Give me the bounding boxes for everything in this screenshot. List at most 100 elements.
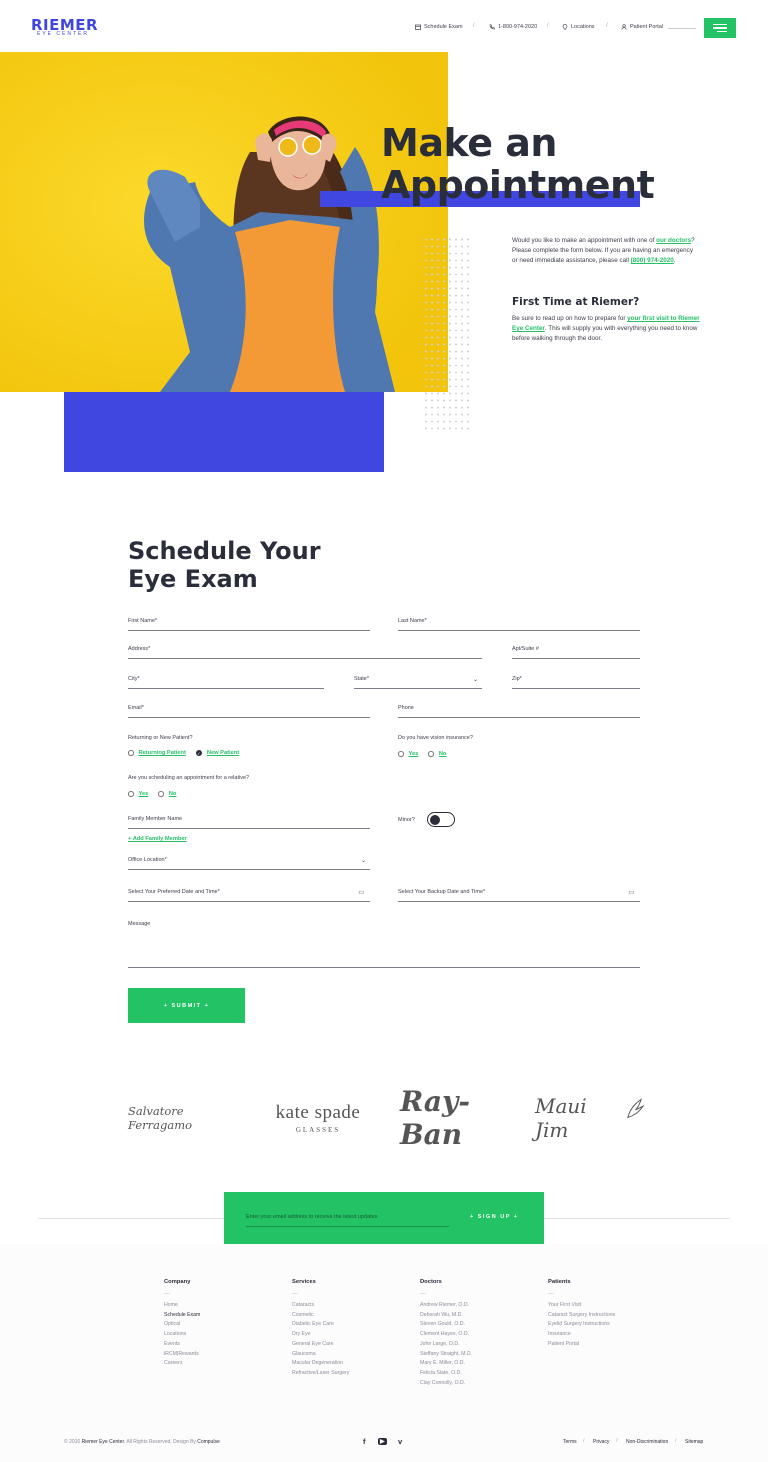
sitemap-link[interactable]: Sitemap xyxy=(685,1439,703,1445)
city-field[interactable]: City* xyxy=(128,675,324,689)
footer-link[interactable]: Andrew Riemer, O.D. xyxy=(420,1301,472,1311)
sign-up-button[interactable]: + SIGN UP + xyxy=(470,1214,519,1220)
footer-company-list: Home Schedule Exam Optical Locations Eve… xyxy=(164,1301,200,1369)
footer-link[interactable]: Events xyxy=(164,1340,200,1350)
office-location-label: Office Location* xyxy=(128,857,167,863)
user-icon xyxy=(621,24,627,30)
returning-patient-radio[interactable]: Returning Patient xyxy=(128,750,186,756)
hero-blue-block xyxy=(64,392,384,472)
hero-image xyxy=(0,52,448,392)
footer-doctors-list: Andrew Riemer, O.D. Deborah Wu, M.D. Ste… xyxy=(420,1301,472,1388)
minor-label: Minor? xyxy=(398,817,415,823)
footer-link[interactable]: Cosmetic xyxy=(292,1311,349,1321)
backup-date-label: Select Your Backup Date and Time* xyxy=(398,889,486,895)
footer-link[interactable]: Felicia Slate, O.D. xyxy=(420,1369,472,1379)
radio-circle xyxy=(128,791,134,797)
menu-button[interactable] xyxy=(704,18,736,38)
facebook-icon[interactable]: f xyxy=(363,1437,366,1446)
relative-yes-radio[interactable]: Yes xyxy=(128,791,148,797)
footer-link[interactable]: Insurance xyxy=(548,1330,615,1340)
relative-no-radio[interactable]: No xyxy=(158,791,176,797)
footer-link[interactable]: Home xyxy=(164,1301,200,1311)
minor-toggle[interactable] xyxy=(427,812,455,827)
brand-maui-jim-logo: Maui Jim xyxy=(535,1088,645,1148)
backup-date-field[interactable]: Select Your Backup Date and Time* ▭ xyxy=(398,888,640,902)
address-field[interactable]: Address* xyxy=(128,645,482,659)
phone-field[interactable]: Phone xyxy=(398,704,640,718)
first-time-heading: First Time at Riemer? xyxy=(512,296,640,308)
patient-type-radio-group: Returning Patient ✓ New Patient xyxy=(128,750,239,756)
last-name-field[interactable]: Last Name* xyxy=(398,617,640,631)
phone-link[interactable]: (800) 974-2020 xyxy=(631,257,674,264)
new-patient-radio[interactable]: ✓ New Patient xyxy=(195,750,239,756)
footer-link[interactable]: Eyelid Surgery Instructions xyxy=(548,1320,615,1330)
apt-suite-field[interactable]: Apt/Suite # xyxy=(512,645,640,659)
nav-phone[interactable]: 1-800-974-2020 xyxy=(489,24,537,30)
message-field[interactable]: Message xyxy=(128,920,640,968)
footer-link[interactable]: Deborah Wu, M.D. xyxy=(420,1311,472,1321)
copyright-brand-link[interactable]: Riemer Eye Center xyxy=(82,1439,124,1445)
footer-link[interactable]: Cataract Surgery Instructions xyxy=(548,1311,615,1321)
footer-link[interactable]: Your First Visit xyxy=(548,1301,615,1311)
zip-field[interactable]: Zip* xyxy=(512,675,640,689)
no-label: No xyxy=(438,751,447,757)
page-title-line2: Appointment xyxy=(381,163,655,207)
office-location-select[interactable]: Office Location* ⌄ xyxy=(128,856,370,870)
newsletter-email-input[interactable]: Enter your email address to receive the … xyxy=(246,1214,449,1227)
footer-link[interactable]: Steffany Straight, M.D. xyxy=(420,1350,472,1360)
footer-link[interactable]: Steven Gould, O.D. xyxy=(420,1320,472,1330)
youtube-icon[interactable]: ▶ xyxy=(378,1438,387,1445)
footer-link[interactable]: iRCM|Rewards xyxy=(164,1350,200,1360)
designer-link[interactable]: Compulse xyxy=(197,1439,220,1445)
copyright-text: © 2016 xyxy=(64,1439,82,1445)
footer-link[interactable]: Clement Hayes, O.D. xyxy=(420,1330,472,1340)
nav-portal-label: Patient Portal xyxy=(630,24,664,30)
terms-link[interactable]: Terms xyxy=(563,1439,577,1445)
submit-button[interactable]: + SUBMIT + xyxy=(128,988,245,1023)
patient-type-question: Returning or New Patient? xyxy=(128,735,193,741)
privacy-link[interactable]: Privacy xyxy=(593,1439,609,1445)
footer-link[interactable]: Clay Connolly, O.D. xyxy=(420,1379,472,1389)
hamburger-menu-icon xyxy=(713,24,727,26)
footer-link[interactable]: Dry Eye xyxy=(292,1330,349,1340)
non-discrimination-link[interactable]: Non-Discrimination xyxy=(626,1439,668,1445)
kate-spade-wordmark: kate spade xyxy=(275,1102,361,1123)
calendar-icon: ▭ xyxy=(358,890,364,896)
footer-separator: / xyxy=(616,1438,618,1444)
footer-link[interactable]: Refractive/Laser Surgery xyxy=(292,1369,349,1379)
parrot-icon xyxy=(627,1098,645,1119)
preferred-date-field[interactable]: Select Your Preferred Date and Time* ▭ xyxy=(128,888,370,902)
footer-col-services: Services — Cataracts Cosmetic Diabetic E… xyxy=(292,1279,349,1379)
no-label: No xyxy=(168,791,177,797)
insurance-yes-radio[interactable]: Yes xyxy=(398,751,418,757)
decorative-dot-grid xyxy=(423,236,473,431)
footer-link[interactable]: General Eye Care xyxy=(292,1340,349,1350)
email-field[interactable]: Email* xyxy=(128,704,370,718)
our-doctors-link[interactable]: our doctors xyxy=(656,237,691,244)
footer-link[interactable]: Glaucoma xyxy=(292,1350,349,1360)
nav-schedule-exam[interactable]: Schedule Exam xyxy=(415,24,463,30)
footer-link[interactable]: Mary E. Miller, O.D. xyxy=(420,1359,472,1369)
nav-patient-portal[interactable]: Patient Portal xyxy=(621,24,663,30)
footer-link[interactable]: John Large, O.D. xyxy=(420,1340,472,1350)
footer-link[interactable]: Optical xyxy=(164,1320,200,1330)
radio-circle xyxy=(128,750,134,756)
footer-background xyxy=(0,1244,768,1462)
footer-link[interactable]: Locations xyxy=(164,1330,200,1340)
nav-divider-line xyxy=(668,28,696,29)
footer-link[interactable]: Schedule Exam xyxy=(164,1311,200,1321)
footer-link[interactable]: Diabetic Eye Care xyxy=(292,1320,349,1330)
nav-locations[interactable]: Locations xyxy=(562,24,595,30)
footer-link[interactable]: Careers xyxy=(164,1359,200,1369)
state-label: State* xyxy=(354,676,369,682)
family-member-name-field[interactable]: Family Member Name xyxy=(128,815,370,829)
footer-link[interactable]: Cataracts xyxy=(292,1301,349,1311)
state-select[interactable]: State* ⌄ xyxy=(354,675,482,689)
first-name-field[interactable]: First Name* xyxy=(128,617,370,631)
add-family-member-link[interactable]: + Add Family Member xyxy=(128,836,187,842)
footer-link[interactable]: Macular Degeneration xyxy=(292,1359,349,1369)
insurance-no-radio[interactable]: No xyxy=(428,751,446,757)
footer-link[interactable]: Patient Portal xyxy=(548,1340,615,1350)
vimeo-icon[interactable]: v xyxy=(398,1437,402,1446)
nav-phone-label: 1-800-974-2020 xyxy=(498,24,538,30)
